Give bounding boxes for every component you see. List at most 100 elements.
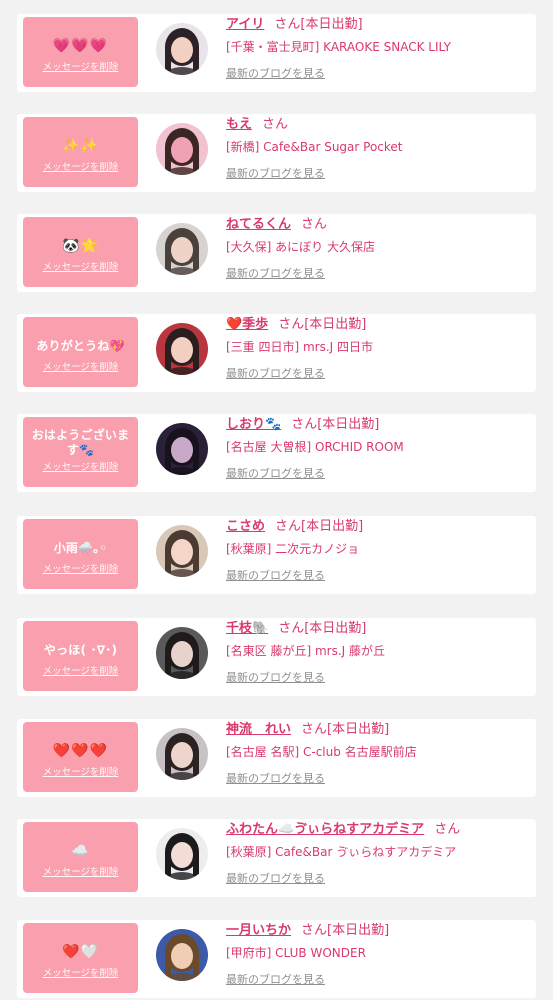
shop-info: [新橋] Cafe&Bar Sugar Pocket [226, 140, 403, 154]
shop-info: [名東区 藤が丘] mrs.J 藤が丘 [226, 644, 386, 658]
latest-blog-link[interactable]: 最新のブログを見る [226, 66, 325, 82]
honorific: さん [301, 217, 328, 232]
message-text: ✨✨ [62, 137, 99, 154]
latest-blog-link[interactable]: 最新のブログを見る [226, 771, 325, 787]
avatar[interactable] [156, 525, 208, 577]
latest-blog-link[interactable]: 最新のブログを見る [226, 366, 325, 382]
message-box: おはようございます🐾 メッセージを削除 [23, 417, 138, 487]
delete-message-link[interactable]: メッセージを削除 [23, 864, 138, 878]
attendance-status: [本日出勤] [327, 722, 390, 737]
latest-blog-link[interactable]: 最新のブログを見る [226, 466, 325, 482]
favorite-card: 小雨🌧️｡◦ メッセージを削除 こさめ さん[本日出勤] [秋葉原] 二次元カノジョ 最新… [17, 516, 536, 594]
message-text: おはようございます🐾 [31, 428, 130, 457]
avatar[interactable] [156, 323, 208, 375]
attendance-status: [本日出勤] [327, 923, 390, 938]
delete-message-link[interactable]: メッセージを削除 [23, 359, 138, 373]
attendance-status: [本日出勤] [304, 317, 367, 332]
message-box: やっほ( ･∇･) メッセージを削除 [23, 621, 138, 691]
name-row: もえ さん [226, 116, 288, 134]
message-box: ✨✨ メッセージを削除 [23, 117, 138, 187]
honorific: さん [301, 722, 328, 737]
honorific: さん [278, 621, 305, 636]
message-text: やっほ( ･∇･) [43, 642, 118, 657]
honorific: さん [275, 519, 302, 534]
favorite-card: ☁️ メッセージを削除 ふわたん☁️ゔぃらねすアカデミア さん [秋葉原] Cafe&B… [17, 819, 536, 897]
message-box: 🐼🌟 メッセージを削除 [23, 217, 138, 287]
delete-message-link[interactable]: メッセージを削除 [23, 459, 138, 473]
cast-name-link[interactable]: ❤️季歩 [226, 317, 268, 332]
shop-info: [大久保] あにぼり 大久保店 [226, 240, 375, 254]
honorific: さん [291, 417, 318, 432]
name-row: ねてるくん さん [226, 216, 327, 234]
delete-message-link[interactable]: メッセージを削除 [23, 159, 138, 173]
avatar[interactable] [156, 929, 208, 981]
delete-message-link[interactable]: メッセージを削除 [23, 965, 138, 979]
avatar[interactable] [156, 627, 208, 679]
cast-name-link[interactable]: 一月いちか [226, 923, 291, 938]
cast-name-link[interactable]: アイリ [226, 17, 264, 32]
latest-blog-link[interactable]: 最新のブログを見る [226, 871, 325, 887]
attendance-status: [本日出勤] [317, 417, 380, 432]
latest-blog-link[interactable]: 最新のブログを見る [226, 266, 325, 282]
shop-info: [千葉・富士見町] KARAOKE SNACK LILY [226, 40, 451, 54]
latest-blog-link[interactable]: 最新のブログを見る [226, 568, 325, 584]
message-box: ❤️🤍 メッセージを削除 [23, 923, 138, 993]
attendance-status: [本日出勤] [304, 621, 367, 636]
favorite-card: ❤️❤️❤️ メッセージを削除 神流 れい さん[本日出勤] [名古屋 名駅] C-cl… [17, 719, 536, 797]
favorite-card: ありがとうね💖 メッセージを削除 ❤️季歩 さん[本日出勤] [三重 四日市] mrs.… [17, 314, 536, 392]
honorific: さん [262, 117, 289, 132]
message-text: 🐼🌟 [62, 237, 99, 254]
favorite-card: ✨✨ メッセージを削除 もえ さん [新橋] Cafe&Bar Sugar Pocket… [17, 114, 536, 192]
honorific: さん [301, 923, 328, 938]
favorite-card: ❤️🤍 メッセージを削除 一月いちか さん[本日出勤] [甲府市] CLUB WONDE… [17, 920, 536, 998]
shop-info: [三重 四日市] mrs.J 四日市 [226, 340, 374, 354]
avatar[interactable] [156, 23, 208, 75]
cast-name-link[interactable]: しおり🐾 [226, 417, 281, 432]
delete-message-link[interactable]: メッセージを削除 [23, 663, 138, 677]
name-row: アイリ さん[本日出勤] [226, 16, 363, 34]
shop-info: [秋葉原] Cafe&Bar ゔぃらねすアカデミア [226, 845, 457, 859]
name-row: 一月いちか さん[本日出勤] [226, 922, 389, 940]
name-row: しおり🐾 さん[本日出勤] [226, 416, 379, 434]
favorite-card: おはようございます🐾 メッセージを削除 しおり🐾 さん[本日出勤] [名古屋 大曽根] … [17, 414, 536, 492]
avatar[interactable] [156, 828, 208, 880]
message-text: ありがとうね💖 [36, 338, 125, 353]
message-box: ☁️ メッセージを削除 [23, 822, 138, 892]
avatar[interactable] [156, 728, 208, 780]
avatar[interactable] [156, 123, 208, 175]
cast-name-link[interactable]: もえ [226, 117, 252, 132]
shop-info: [秋葉原] 二次元カノジョ [226, 542, 360, 556]
name-row: ふわたん☁️ゔぃらねすアカデミア さん [226, 821, 460, 839]
shop-info: [名古屋 名駅] C-club 名古屋駅前店 [226, 745, 417, 759]
name-row: こさめ さん[本日出勤] [226, 518, 363, 536]
honorific: さん [434, 822, 461, 837]
cast-name-link[interactable]: ふわたん☁️ゔぃらねすアカデミア [226, 822, 424, 837]
favorite-card: 💗💗💗 メッセージを削除 アイリ さん[本日出勤] [千葉・富士見町] KARAOKE … [17, 14, 536, 92]
favorites-list: 💗💗💗 メッセージを削除 アイリ さん[本日出勤] [千葉・富士見町] KARAOKE … [0, 0, 553, 1000]
delete-message-link[interactable]: メッセージを削除 [23, 59, 138, 73]
message-text: ❤️❤️❤️ [52, 742, 109, 759]
delete-message-link[interactable]: メッセージを削除 [23, 561, 138, 575]
message-text: 💗💗💗 [52, 37, 109, 54]
message-text: ❤️🤍 [62, 943, 99, 960]
cast-name-link[interactable]: 神流 れい [226, 722, 291, 737]
name-row: 神流 れい さん[本日出勤] [226, 721, 389, 739]
cast-name-link[interactable]: ねてるくん [226, 217, 291, 232]
latest-blog-link[interactable]: 最新のブログを見る [226, 972, 325, 988]
avatar[interactable] [156, 423, 208, 475]
honorific: さん [278, 317, 305, 332]
message-box: 💗💗💗 メッセージを削除 [23, 17, 138, 87]
message-text: ☁️ [71, 842, 90, 859]
delete-message-link[interactable]: メッセージを削除 [23, 259, 138, 273]
latest-blog-link[interactable]: 最新のブログを見る [226, 166, 325, 182]
attendance-status: [本日出勤] [301, 519, 364, 534]
delete-message-link[interactable]: メッセージを削除 [23, 764, 138, 778]
shop-info: [名古屋 大曽根] ORCHID ROOM [226, 440, 404, 454]
shop-info: [甲府市] CLUB WONDER [226, 946, 366, 960]
name-row: 千枝🐘 さん[本日出勤] [226, 620, 366, 638]
avatar[interactable] [156, 223, 208, 275]
name-row: ❤️季歩 さん[本日出勤] [226, 316, 366, 334]
cast-name-link[interactable]: こさめ [226, 519, 265, 534]
latest-blog-link[interactable]: 最新のブログを見る [226, 670, 325, 686]
cast-name-link[interactable]: 千枝🐘 [226, 621, 268, 636]
